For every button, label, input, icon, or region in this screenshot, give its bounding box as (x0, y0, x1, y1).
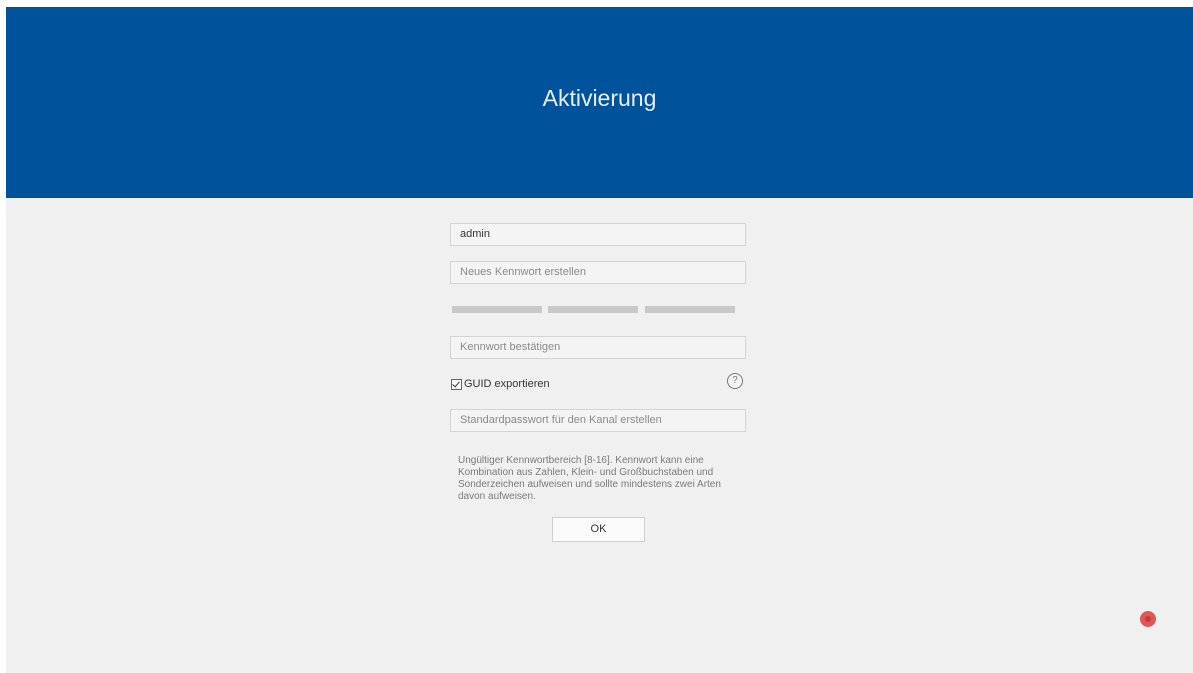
channel-password-field[interactable]: Standardpasswort für den Kanal erstellen (450, 409, 746, 432)
question-circle-icon[interactable]: ? (727, 373, 743, 389)
record-indicator-icon (1140, 611, 1156, 627)
page-title: Aktivierung (542, 85, 657, 111)
ok-button[interactable]: OK (552, 517, 645, 542)
strength-bar-strong (645, 306, 735, 313)
guid-export-checkbox[interactable] (451, 378, 462, 390)
strength-bar-medium (548, 306, 638, 313)
password-hint-text: Ungültiger Kennwortbereich [8-16]. Kennw… (458, 455, 721, 502)
activation-screen: Aktivierung admin Neues Kennwort erstell… (6, 7, 1193, 673)
confirm-password-field[interactable]: Kennwort bestätigen (450, 336, 746, 359)
new-password-field[interactable]: Neues Kennwort erstellen (450, 261, 746, 284)
header-banner: Aktivierung (6, 7, 1193, 198)
guid-export-option[interactable]: GUID exportieren (451, 376, 550, 392)
strength-bar-weak (452, 306, 542, 313)
guid-export-label: GUID exportieren (464, 378, 550, 390)
username-field[interactable]: admin (450, 223, 746, 246)
